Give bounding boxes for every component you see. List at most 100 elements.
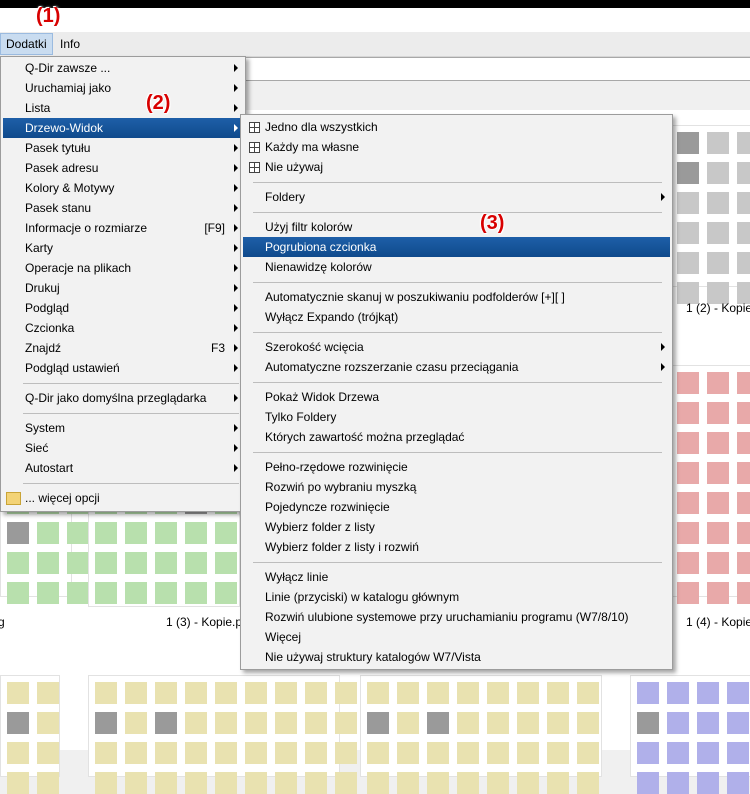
menu-item-operacje-na-plikach[interactable]: Operacje na plikach xyxy=(3,258,243,278)
thumbnail-tile xyxy=(125,682,147,704)
menu-item-label: Pasek stanu xyxy=(25,201,92,215)
grid-icon xyxy=(249,142,260,153)
submenu-arrow-icon xyxy=(661,193,665,201)
menu-item-siec[interactable]: Sieć xyxy=(3,438,243,458)
menu-item-pokaz-widok-drzewa[interactable]: Pokaż Widok Drzewa xyxy=(243,387,670,407)
menu-item-kolory-motywy[interactable]: Kolory & Motywy xyxy=(3,178,243,198)
thumbnail-tile xyxy=(707,252,729,274)
thumbnail-tile xyxy=(67,582,89,604)
shortcut-label: [F9] xyxy=(204,221,225,235)
thumbnail-tile xyxy=(7,772,29,794)
menu-item-label: Szerokość wcięcia xyxy=(265,340,364,354)
menu-item-automatycznie-skanuj-w-poszukiwaniu-podfoldero-w[interactable]: Automatycznie skanuj w poszukiwaniu podf… xyxy=(243,287,670,307)
menu-item-wie-cej-opcji[interactable]: ... więcej opcji xyxy=(3,488,243,508)
thumbnail-tile xyxy=(547,742,569,764)
menu-item-drukuj[interactable]: Drukuj xyxy=(3,278,243,298)
file-thumbnail[interactable] xyxy=(630,675,750,794)
menu-item-szerokos-c-wcie-cia[interactable]: Szerokość wcięcia xyxy=(243,337,670,357)
thumbnail-tile xyxy=(185,682,207,704)
menu-item-rozwin-po-wybraniu-myszka[interactable]: Rozwiń po wybraniu myszką xyxy=(243,477,670,497)
file-thumbnail[interactable] xyxy=(0,675,60,794)
menu-item-jedno-dla-wszystkich[interactable]: Jedno dla wszystkich xyxy=(243,117,670,137)
menu-item-kaz-dy-ma-w-asne[interactable]: Każdy ma własne xyxy=(243,137,670,157)
thumbnail-tile xyxy=(487,772,509,794)
thumbnail-tile xyxy=(95,582,117,604)
submenu-arrow-icon xyxy=(234,184,238,192)
menu-item-znajdz[interactable]: Znajdź F3 xyxy=(3,338,243,358)
menu-item-label: Autostart xyxy=(25,461,74,475)
menu-item-label: Wyłącz Expando (trójkąt) xyxy=(265,310,399,324)
menu-item-kto-rych-zawartos-c-moz-na-przegla-dac[interactable]: Których zawartość można przeglądać xyxy=(243,427,670,447)
menu-item-tylko-foldery[interactable]: Tylko Foldery xyxy=(243,407,670,427)
menu-info[interactable]: Info xyxy=(55,34,85,54)
menu-item-uz-yj-filtr-koloro-w[interactable]: Użyj filtr kolorów xyxy=(243,217,670,237)
menu-item-nie-uz-ywaj[interactable]: Nie używaj xyxy=(243,157,670,177)
menu-item-label: Których zawartość można przeglądać xyxy=(265,430,465,444)
menu-item-wy-a-cz-linie[interactable]: Wyłącz linie xyxy=(243,567,670,587)
menu-item-q-dir-jako-domys-lna-przegla-darka[interactable]: Q-Dir jako domyślna przeglądarka xyxy=(3,388,243,408)
menu-item-pasek-adresu[interactable]: Pasek adresu xyxy=(3,158,243,178)
menu-item-podgla-d-ustawien[interactable]: Podgląd ustawień xyxy=(3,358,243,378)
menu-item-pogrubiona-czcionka[interactable]: Pogrubiona czcionka xyxy=(243,237,670,257)
menu-item-label: Jedno dla wszystkich xyxy=(265,120,378,134)
menu-item-rozwin-ulubione-systemowe-przy-uruchamianiu-programu-w7-8-10[interactable]: Rozwiń ulubione systemowe przy uruchamia… xyxy=(243,607,670,627)
menu-item-pojedyncze-rozwinie-cie[interactable]: Pojedyncze rozwinięcie xyxy=(243,497,670,517)
menu-item-pasek-stanu[interactable]: Pasek stanu xyxy=(3,198,243,218)
menu-item-autostart[interactable]: Autostart xyxy=(3,458,243,478)
menu-item-wybierz-folder-z-listy[interactable]: Wybierz folder z listy xyxy=(243,517,670,537)
menu-item-lista[interactable]: Lista xyxy=(3,98,243,118)
thumbnail-tile xyxy=(677,492,699,514)
menu-item-uruchamiaj-jako[interactable]: Uruchamiaj jako xyxy=(3,78,243,98)
menu-item-q-dir-zawsze[interactable]: Q-Dir zawsze ... xyxy=(3,58,243,78)
thumbnail-tile xyxy=(37,742,59,764)
thumbnail-tile xyxy=(707,522,729,544)
thumbnail-tile xyxy=(457,772,479,794)
menu-item-label: Nie używaj struktury katalogów W7/Vista xyxy=(265,650,481,664)
menu-item-automatyczne-rozszerzanie-czasu-przecia-gania[interactable]: Automatyczne rozszerzanie czasu przeciąg… xyxy=(243,357,670,377)
menu-item-wy-a-cz-expando-tro-jka-t[interactable]: Wyłącz Expando (trójkąt) xyxy=(243,307,670,327)
menu-item-foldery[interactable]: Foldery xyxy=(243,187,670,207)
thumbnail-tile xyxy=(367,772,389,794)
menu-item-system[interactable]: System xyxy=(3,418,243,438)
menu-item-nie-uz-ywaj-struktury-katalogo-w-w7-vista[interactable]: Nie używaj struktury katalogów W7/Vista xyxy=(243,647,670,667)
menu-dodatki[interactable]: Dodatki xyxy=(0,33,53,55)
thumbnail-tile xyxy=(737,222,750,244)
thumbnail-tile xyxy=(677,522,699,544)
menu-item-nienawidze-koloro-w[interactable]: Nienawidzę kolorów xyxy=(243,257,670,277)
thumbnail-tile xyxy=(697,742,719,764)
thumbnail-tile xyxy=(707,582,729,604)
menu-item-drzewo-widok[interactable]: Drzewo-Widok xyxy=(3,118,243,138)
shortcut-label: F3 xyxy=(210,341,225,355)
menu-item-pe-no-rze-dowe-rozwinie-cie[interactable]: Pełno-rzędowe rozwinięcie xyxy=(243,457,670,477)
thumbnail-tile xyxy=(67,522,89,544)
thumbnail-tile xyxy=(367,682,389,704)
menu-item-label: Wybierz folder z listy i rozwiń xyxy=(265,540,419,554)
address-bar[interactable] xyxy=(240,57,750,81)
menu-item-label: Nie używaj xyxy=(265,160,324,174)
submenu-arrow-icon xyxy=(234,284,238,292)
menu-item-linie-przyciski-w-katalogu-g-o-wnym[interactable]: Linie (przyciski) w katalogu głównym xyxy=(243,587,670,607)
file-thumbnail[interactable] xyxy=(88,675,357,794)
thumbnail-tile xyxy=(7,712,29,734)
menu-separator xyxy=(253,332,662,333)
thumbnail-tile xyxy=(427,742,449,764)
menu-item-wie-cej[interactable]: Więcej xyxy=(243,627,670,647)
file-thumbnail[interactable] xyxy=(360,675,602,794)
thumbnail-tile xyxy=(677,132,699,154)
menu-item-label: Więcej xyxy=(265,630,302,644)
menu-item-label: Użyj filtr kolorów xyxy=(265,220,353,234)
menu-item-podgla-d[interactable]: Podgląd xyxy=(3,298,243,318)
thumbnail-tile xyxy=(737,462,750,484)
menu-item-informacje-o-rozmiarze[interactable]: Informacje o rozmiarze [F9] xyxy=(3,218,243,238)
thumbnail-tile xyxy=(37,552,59,574)
thumbnail-tile xyxy=(667,772,689,794)
menu-item-czcionka[interactable]: Czcionka xyxy=(3,318,243,338)
menu-item-karty[interactable]: Karty xyxy=(3,238,243,258)
thumbnail-tile xyxy=(737,252,750,274)
thumbnail-tile xyxy=(335,682,357,704)
menu-item-wybierz-folder-z-listy-i-rozwin[interactable]: Wybierz folder z listy i rozwiń xyxy=(243,537,670,557)
thumbnail-tile xyxy=(37,522,59,544)
thumbnail-tile xyxy=(737,162,750,184)
thumbnail-tile xyxy=(677,222,699,244)
menu-item-pasek-tytu-u[interactable]: Pasek tytułu xyxy=(3,138,243,158)
